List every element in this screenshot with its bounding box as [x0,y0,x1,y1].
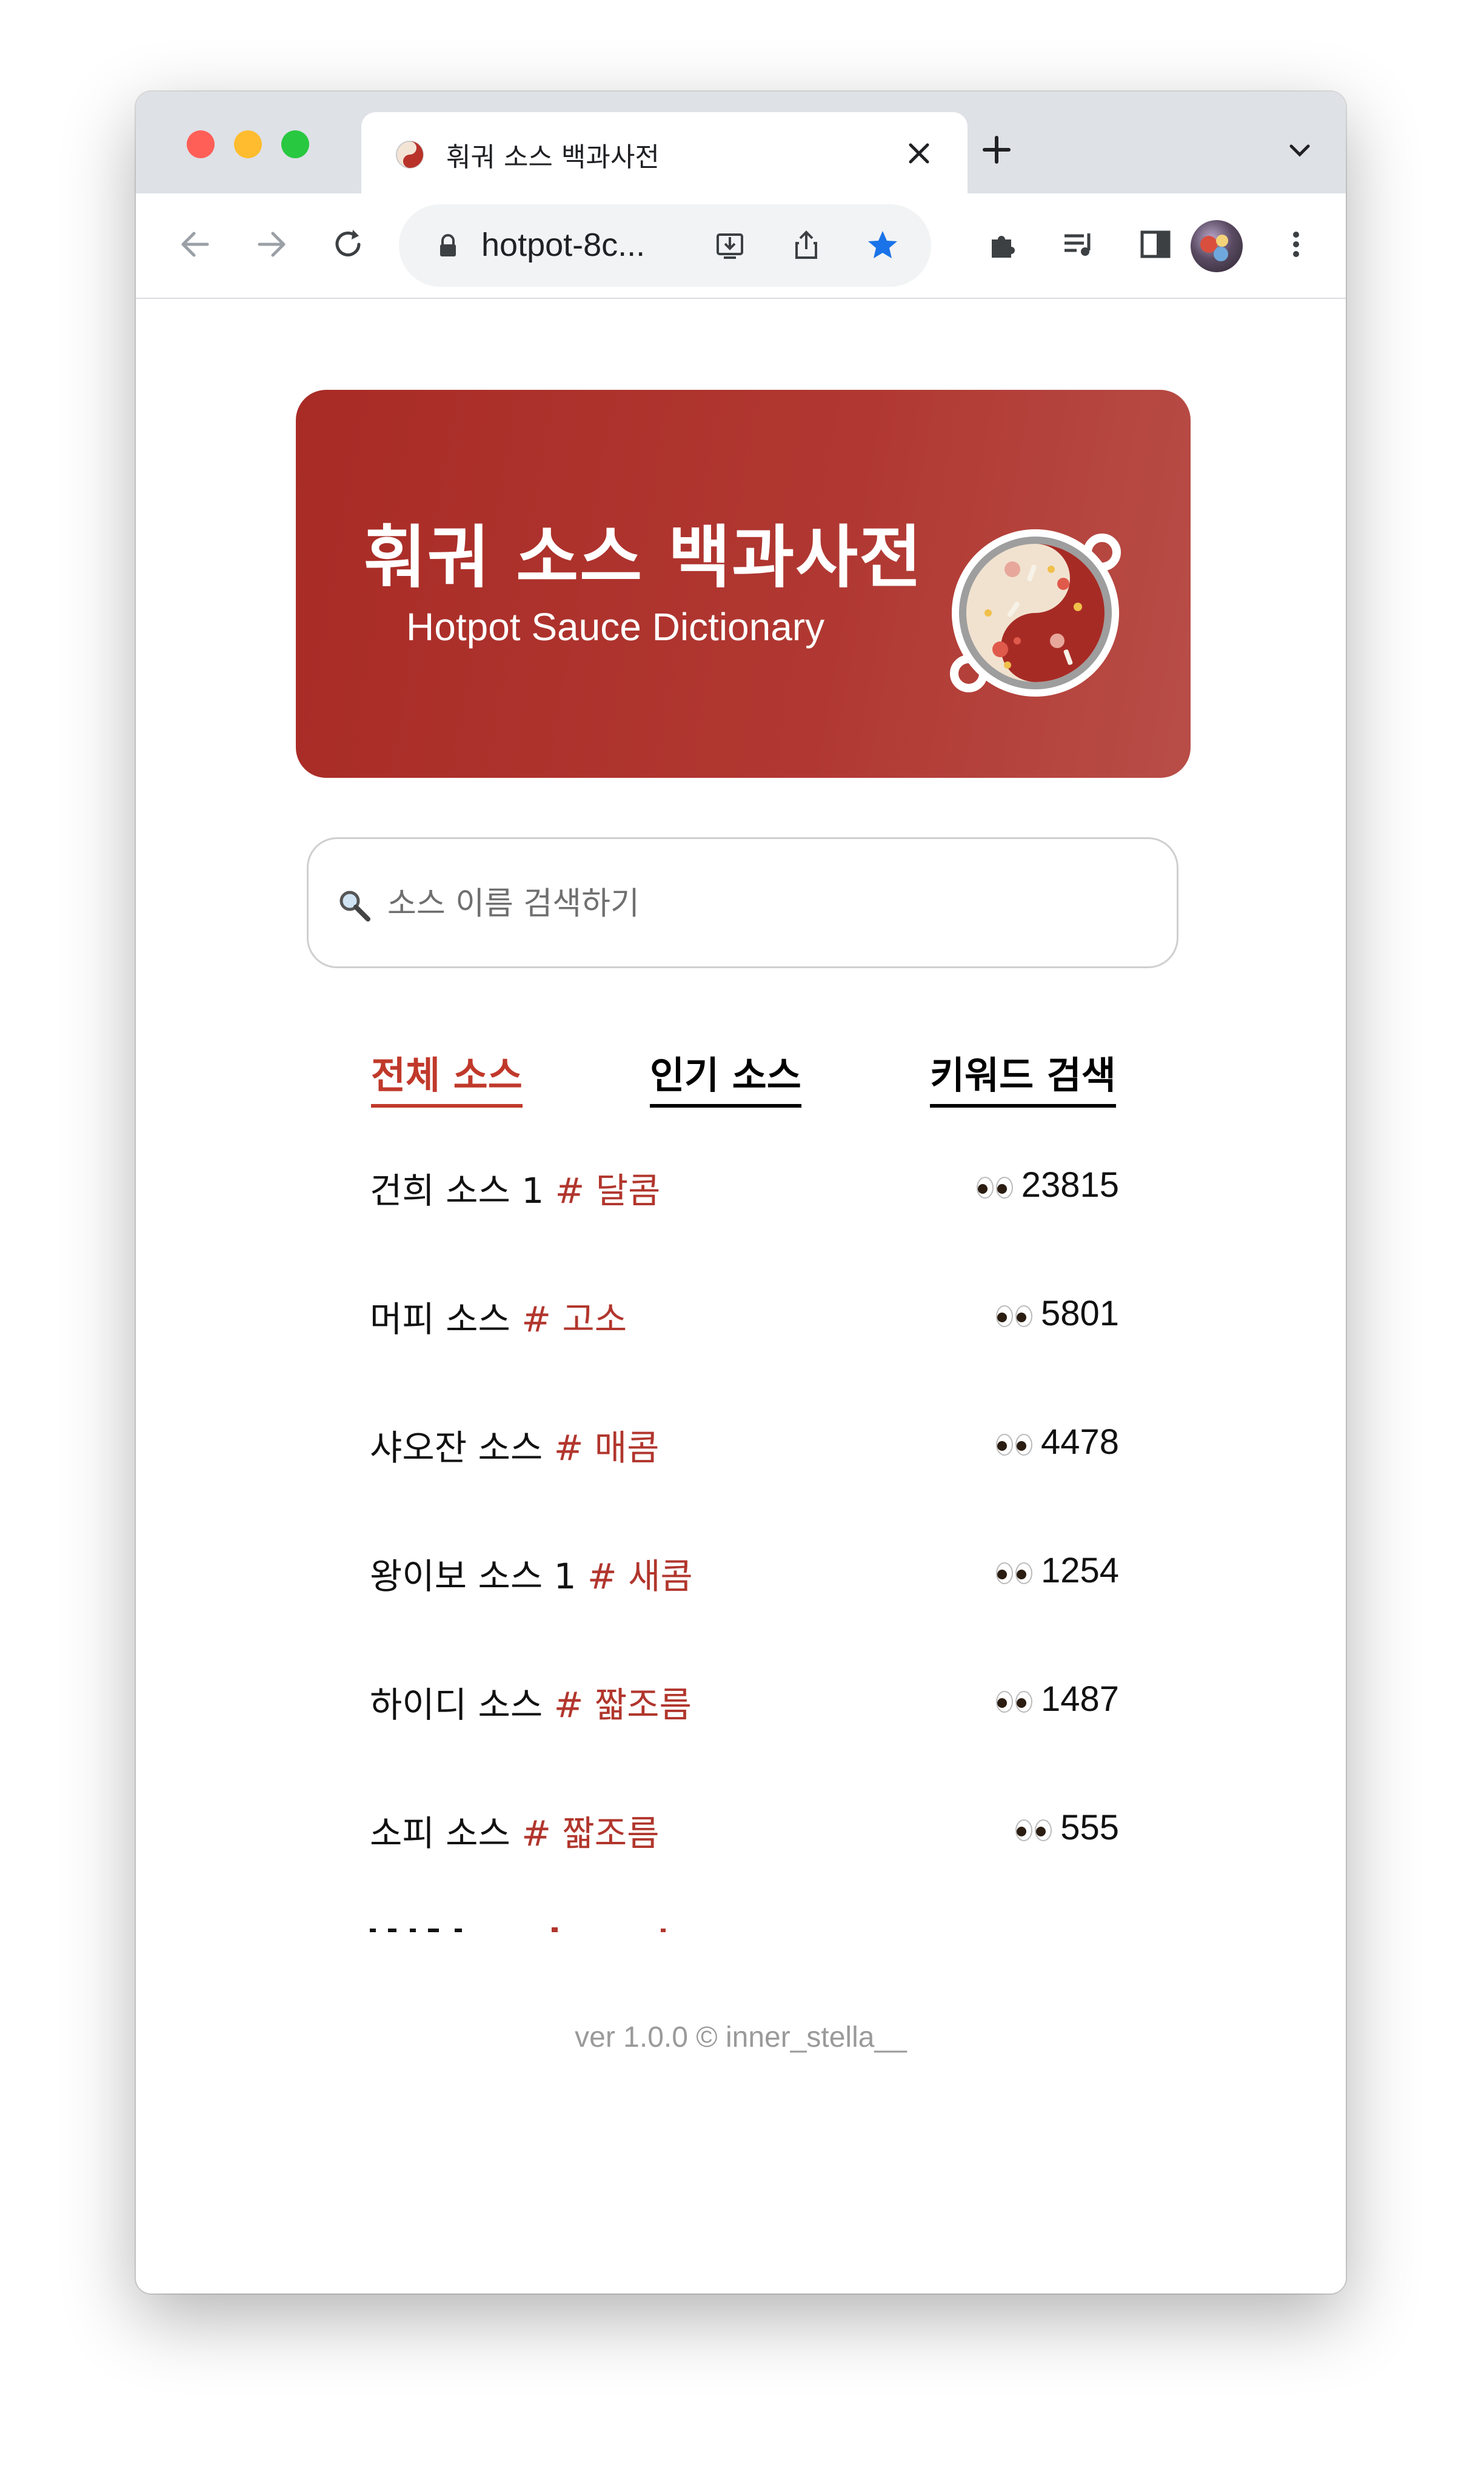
profile-avatar[interactable] [1191,220,1243,272]
tab-popular-sauces[interactable]: 인기 소스 [650,1045,801,1108]
media-control-icon[interactable] [1056,221,1102,267]
page-content: 훠궈 소스 백과사전 Hotpot Sauce Dictionary 소스 이름… [136,299,1346,2294]
eyes-icon [1015,1819,1052,1841]
back-arrow-icon[interactable] [172,221,218,267]
list-item[interactable]: 머피 소스 # 고소 5801 [370,1291,1119,1419]
tab-keyword-search[interactable]: 키워드 검색 [930,1045,1116,1108]
sauce-name: 건희 소스 1 [370,1170,544,1211]
view-count: 23815 [975,1165,1119,1205]
sauce-tag[interactable]: # 짧조름 [554,1684,692,1725]
search-icon [339,891,370,922]
sauce-tag[interactable]: # 매콤 [554,1427,660,1468]
side-panel-icon[interactable] [1132,221,1178,267]
sauce-name-line: 소피 소스 # 짧조름 [370,1805,659,1856]
browser-toolbar: hotpot-8c... [136,193,1346,299]
eyes-icon [995,1305,1032,1327]
sauce-name: 샤오잔 소스 [370,1427,543,1468]
footer-version: ver 1.0.0 © inner_stella__ [575,2021,907,2053]
hero-subtitle: Hotpot Sauce Dictionary [406,605,825,649]
chevron-down-icon[interactable] [1280,132,1319,170]
sauce-name-line: 머피 소스 # 고소 [370,1291,627,1342]
view-count: 1254 [995,1550,1119,1591]
forward-arrow-icon[interactable] [249,221,295,267]
sauce-name-line: 샤오잔 소스 # 매콤 [370,1419,659,1470]
sauce-tag[interactable]: # 고소 [521,1299,627,1340]
hotpot-favicon-icon [396,141,424,169]
sauce-name-line: 건희 소스 1 # 달콤 [370,1162,660,1213]
tab-strip: 훠궈 소스 백과사전 [136,92,1346,193]
view-count: 5801 [995,1293,1119,1334]
view-count: 555 [1014,1807,1119,1848]
browser-tab[interactable]: 훠궈 소스 백과사전 [361,112,968,193]
scrolled-off-list-item [370,1919,734,1933]
search-input[interactable] [386,873,1116,935]
tab-all-sauces[interactable]: 전체 소스 [371,1045,523,1108]
list-item[interactable]: 하이디 소스 # 짧조름 1487 [370,1676,1119,1805]
view-count-value: 5801 [1040,1294,1119,1333]
list-item[interactable]: 소피 소스 # 짧조름 555 [370,1805,1119,1933]
sauce-name: 머피 소스 [370,1299,510,1340]
tab-title: 훠궈 소스 백과사전 [446,142,660,173]
sauce-tag[interactable]: # 짧조름 [521,1813,659,1854]
sauce-name: 소피 소스 [370,1813,510,1854]
sauce-tag[interactable]: # 새콤 [587,1556,693,1597]
view-count: 1487 [995,1679,1119,1719]
list-item[interactable]: 샤오잔 소스 # 매콤 4478 [370,1419,1119,1548]
eyes-icon [995,1433,1032,1456]
sauce-list: 건희 소스 1 # 달콤 23815 머피 소스 # 고소 5801 샤오잔 소 [370,1162,1119,1933]
more-menu-icon[interactable] [1273,221,1319,267]
reload-icon[interactable] [325,221,371,267]
sauce-name: 왕이보 소스 1 [370,1556,577,1597]
minimize-window-button[interactable] [234,130,262,158]
list-item[interactable]: 건희 소스 1 # 달콤 23815 [370,1162,1119,1291]
sauce-tag[interactable]: # 달콤 [555,1170,661,1211]
close-window-button[interactable] [187,130,215,158]
list-item[interactable]: 왕이보 소스 1 # 새콤 1254 [370,1548,1119,1676]
close-tab-icon[interactable] [895,129,943,178]
view-count-value: 4478 [1040,1422,1119,1462]
view-count: 4478 [995,1422,1119,1462]
sauce-name-line: 하이디 소스 # 짧조름 [370,1676,692,1727]
view-count-value: 1254 [1040,1551,1119,1590]
hero-banner: 훠궈 소스 백과사전 Hotpot Sauce Dictionary [296,390,1191,778]
maximize-window-button[interactable] [281,130,309,158]
address-bar[interactable]: hotpot-8c... [399,204,931,287]
search-box[interactable] [307,837,1178,968]
hero-title: 훠궈 소스 백과사전 [364,518,923,597]
sauce-name-line: 왕이보 소스 1 # 새콤 [370,1548,693,1599]
view-count-value: 555 [1060,1808,1119,1847]
view-count-value: 23815 [1021,1165,1119,1205]
eyes-icon [995,1562,1032,1584]
extensions-puzzle-icon[interactable] [980,221,1026,267]
hotpot-icon [950,529,1121,697]
eyes-icon [995,1690,1032,1713]
install-app-icon[interactable] [708,224,752,267]
browser-window: 훠궈 소스 백과사전 hotpot-8c... 훠궈 소스 백과사전 Hotpo… [136,92,1346,2294]
bookmark-star-icon[interactable] [861,224,904,267]
share-icon[interactable] [784,224,828,267]
new-tab-icon[interactable] [972,125,1021,174]
lock-icon[interactable] [426,224,469,267]
sauce-name: 하이디 소스 [370,1684,543,1725]
eyes-icon [976,1176,1013,1199]
url-text: hotpot-8c... [481,227,646,263]
view-count-value: 1487 [1040,1679,1119,1719]
